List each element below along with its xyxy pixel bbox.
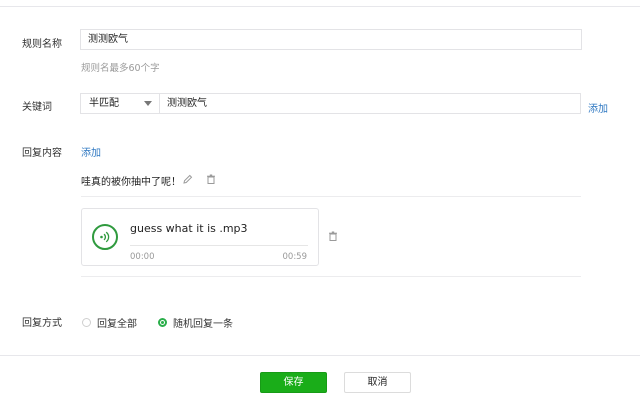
save-button[interactable]: 保存 xyxy=(260,372,327,393)
match-mode-select[interactable]: 半匹配 xyxy=(80,93,160,114)
top-divider xyxy=(0,6,640,7)
random-reply-radio[interactable] xyxy=(158,318,167,327)
keyword-label: 关键词 xyxy=(22,102,52,113)
trash-icon[interactable] xyxy=(206,174,216,187)
audio-current-time: 00:00 xyxy=(130,252,155,262)
add-reply-link[interactable]: 添加 xyxy=(81,144,101,159)
reply-all-radio[interactable] xyxy=(82,318,91,327)
reply-divider-1 xyxy=(81,196,581,197)
rule-name-hint: 规则名最多60个字 xyxy=(81,63,160,74)
keyword-input[interactable]: 测测欧气 xyxy=(159,93,581,114)
reply-all-text: 回复全部 xyxy=(97,319,137,330)
add-keyword-link[interactable]: 添加 xyxy=(588,100,608,115)
chevron-down-icon xyxy=(144,101,152,106)
audio-trash-icon[interactable] xyxy=(328,231,338,244)
reply-mode-label: 回复方式 xyxy=(22,318,62,329)
audio-title: guess what it is .mp3 xyxy=(130,222,248,235)
rule-name-label: 规则名称 xyxy=(22,39,62,50)
reply-all-option[interactable]: 回复全部 xyxy=(82,315,137,330)
cancel-button[interactable]: 取消 xyxy=(344,372,411,393)
random-reply-text: 随机回复一条 xyxy=(173,319,233,330)
pencil-icon[interactable] xyxy=(183,174,193,187)
random-reply-option[interactable]: 随机回复一条 xyxy=(158,315,233,330)
rule-name-input[interactable]: 测测欧气 xyxy=(80,29,582,50)
match-mode-value: 半匹配 xyxy=(89,98,119,109)
audio-duration: 00:59 xyxy=(282,252,308,262)
audio-wave-icon xyxy=(92,224,118,250)
audio-progress-bar[interactable] xyxy=(130,245,308,246)
text-reply: 哇真的被你抽中了呢！ xyxy=(81,177,181,188)
reply-content-label: 回复内容 xyxy=(22,148,62,159)
reply-divider-2 xyxy=(81,276,581,277)
audio-card[interactable]: guess what it is .mp3 00:00 00:59 xyxy=(81,208,319,266)
footer-divider xyxy=(0,355,640,356)
